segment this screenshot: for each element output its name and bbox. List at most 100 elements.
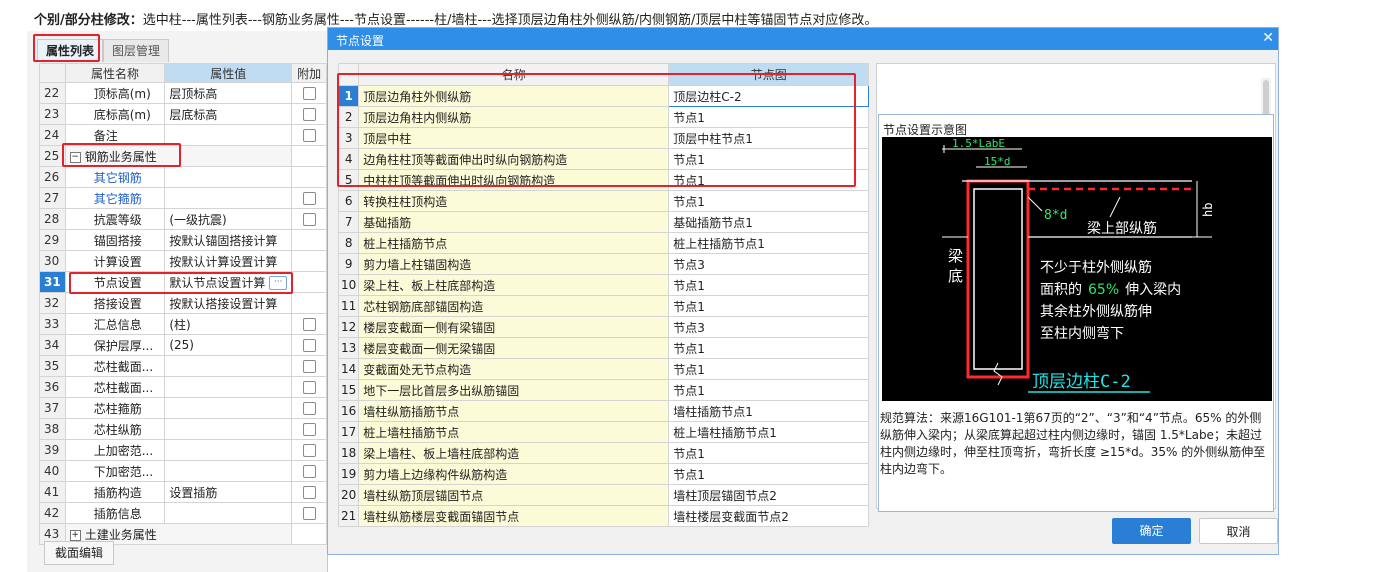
property-value[interactable] (164, 460, 293, 482)
property-row[interactable]: 35 芯柱截面... (39, 355, 327, 377)
property-row[interactable]: 23 底标高(m) 层底标高 (39, 103, 327, 125)
node-row[interactable]: 10 梁上柱、板上柱底部构造 节点1 (337, 274, 870, 296)
attach-cell[interactable] (291, 82, 327, 104)
property-value[interactable]: 层底标高 (164, 103, 293, 125)
attach-cell[interactable] (291, 376, 327, 398)
attach-cell[interactable] (291, 355, 327, 377)
node-value[interactable]: 墙柱楼层变截面节点2 (668, 505, 870, 527)
property-value[interactable] (164, 187, 293, 209)
node-row[interactable]: 11 芯柱钢筋底部锚固构造 节点1 (337, 295, 870, 317)
property-row[interactable]: 41 插筋构造 设置插筋 (39, 481, 327, 503)
node-value[interactable]: 基础插筋节点1 (668, 211, 870, 233)
property-value[interactable]: (柱) (164, 313, 293, 335)
property-value[interactable]: (一级抗震) (164, 208, 293, 230)
node-row[interactable]: 15 地下一层比首层多出纵筋锚固 节点1 (337, 379, 870, 401)
ok-button[interactable]: 确定 (1112, 518, 1191, 544)
node-row[interactable]: 20 墙柱纵筋顶层锚固节点 墙柱顶层锚固节点2 (337, 484, 870, 506)
attach-checkbox[interactable] (302, 339, 316, 352)
property-row[interactable]: 33 汇总信息 (柱) (39, 313, 327, 335)
node-value[interactable]: 墙柱顶层锚固节点2 (668, 484, 870, 506)
property-row[interactable]: 37 芯柱箍筋 (39, 397, 327, 419)
node-value[interactable]: 节点1 (668, 358, 870, 380)
node-value[interactable]: 节点1 (668, 274, 870, 296)
attach-checkbox[interactable] (302, 486, 316, 499)
node-value[interactable]: 节点1 (668, 295, 870, 317)
attach-checkbox[interactable] (302, 192, 316, 205)
attach-cell[interactable] (291, 439, 327, 461)
node-row[interactable]: 19 剪力墙上边缘构件纵筋构造 节点1 (337, 463, 870, 485)
attach-cell[interactable] (291, 481, 327, 503)
property-value[interactable] (164, 376, 293, 398)
tab-layer-manager[interactable]: 图层管理 (103, 39, 170, 62)
attach-checkbox[interactable] (302, 318, 316, 331)
node-row[interactable]: 21 墙柱纵筋楼层变截面锚固节点 墙柱楼层变截面节点2 (337, 505, 870, 527)
close-icon[interactable]: ✕ (1262, 30, 1274, 46)
node-value[interactable]: 节点3 (668, 316, 870, 338)
node-value[interactable]: 墙柱插筋节点1 (668, 400, 870, 422)
attach-cell[interactable] (291, 103, 327, 125)
property-value[interactable]: 设置插筋 (164, 481, 293, 503)
property-value[interactable] (164, 439, 293, 461)
node-value[interactable]: 节点1 (668, 463, 870, 485)
node-row[interactable]: 14 变截面处无节点构造 节点1 (337, 358, 870, 380)
node-row[interactable]: 13 楼层变截面一侧无梁锚固 节点1 (337, 337, 870, 359)
attach-checkbox[interactable] (302, 444, 316, 457)
property-row[interactable]: 26 其它钢筋 (39, 166, 327, 188)
property-value[interactable]: (25) (164, 334, 293, 356)
attach-cell[interactable] (291, 334, 327, 356)
node-value[interactable]: 节点1 (668, 337, 870, 359)
node-row[interactable]: 7 基础插筋 基础插筋节点1 (337, 211, 870, 233)
attach-checkbox[interactable] (302, 87, 316, 100)
property-value[interactable]: 按默认搭接设置计算 (164, 292, 293, 314)
property-value[interactable] (164, 502, 293, 524)
node-row[interactable]: 6 转换柱柱顶构造 节点1 (337, 190, 870, 212)
node-row[interactable]: 18 梁上墙柱、板上墙柱底部构造 节点1 (337, 442, 870, 464)
attach-cell[interactable] (291, 208, 327, 230)
node-value[interactable]: 节点1 (668, 379, 870, 401)
node-value[interactable]: 节点3 (668, 253, 870, 275)
node-value[interactable]: 节点1 (668, 190, 870, 212)
property-row[interactable]: 28 抗震等级 (一级抗震) (39, 208, 327, 230)
attach-cell[interactable] (291, 397, 327, 419)
property-row[interactable]: 42 插筋信息 (39, 502, 327, 524)
attach-checkbox[interactable] (302, 129, 316, 142)
node-row[interactable]: 17 桩上墙柱插筋节点 桩上墙柱插筋节点1 (337, 421, 870, 443)
property-row[interactable]: 30 计算设置 按默认计算设置计算 (39, 250, 327, 272)
attach-checkbox[interactable] (302, 507, 316, 520)
property-value[interactable] (164, 166, 293, 188)
property-value[interactable] (164, 124, 293, 146)
node-row[interactable]: 9 剪力墙上柱锚固构造 节点3 (337, 253, 870, 275)
node-value[interactable]: 桩上墙柱插筋节点1 (668, 421, 870, 443)
collapse-icon[interactable]: + (69, 529, 81, 541)
node-row[interactable]: 8 桩上柱插筋节点 桩上柱插筋节点1 (337, 232, 870, 254)
attach-checkbox[interactable] (302, 108, 316, 121)
scrollbar-thumb[interactable] (1263, 80, 1269, 118)
property-value[interactable]: 按默认计算设置计算 (164, 250, 293, 272)
node-row[interactable]: 12 楼层变截面一侧有梁锚固 节点3 (337, 316, 870, 338)
node-value[interactable]: 桩上柱插筋节点1 (668, 232, 870, 254)
attach-cell[interactable] (291, 187, 327, 209)
property-value[interactable]: 层顶标高 (164, 82, 293, 104)
property-row[interactable]: 36 芯柱截面... (39, 376, 327, 398)
attach-checkbox[interactable] (302, 381, 316, 394)
tab-section-edit[interactable]: 截面编辑 (44, 541, 115, 565)
attach-checkbox[interactable] (302, 423, 316, 436)
property-row[interactable]: 22 顶标高(m) 层顶标高 (39, 82, 327, 104)
property-value[interactable]: 按默认锚固搭接计算 (164, 229, 293, 251)
attach-cell[interactable] (291, 460, 327, 482)
property-row[interactable]: 27 其它箍筋 (39, 187, 327, 209)
property-row[interactable]: 32 搭接设置 按默认搭接设置计算 (39, 292, 327, 314)
attach-checkbox[interactable] (302, 402, 316, 415)
attach-cell[interactable] (291, 124, 327, 146)
attach-checkbox[interactable] (302, 213, 316, 226)
attach-checkbox[interactable] (302, 360, 316, 373)
property-row[interactable]: 40 下加密范... (39, 460, 327, 482)
node-row[interactable]: 16 墙柱纵筋插筋节点 墙柱插筋节点1 (337, 400, 870, 422)
attach-cell[interactable] (291, 418, 327, 440)
attach-cell[interactable] (291, 313, 327, 335)
attach-checkbox[interactable] (302, 465, 316, 478)
property-value[interactable] (164, 397, 293, 419)
node-value[interactable]: 节点1 (668, 442, 870, 464)
cancel-button[interactable]: 取消 (1199, 518, 1278, 544)
property-row[interactable]: 29 锚固搭接 按默认锚固搭接计算 (39, 229, 327, 251)
